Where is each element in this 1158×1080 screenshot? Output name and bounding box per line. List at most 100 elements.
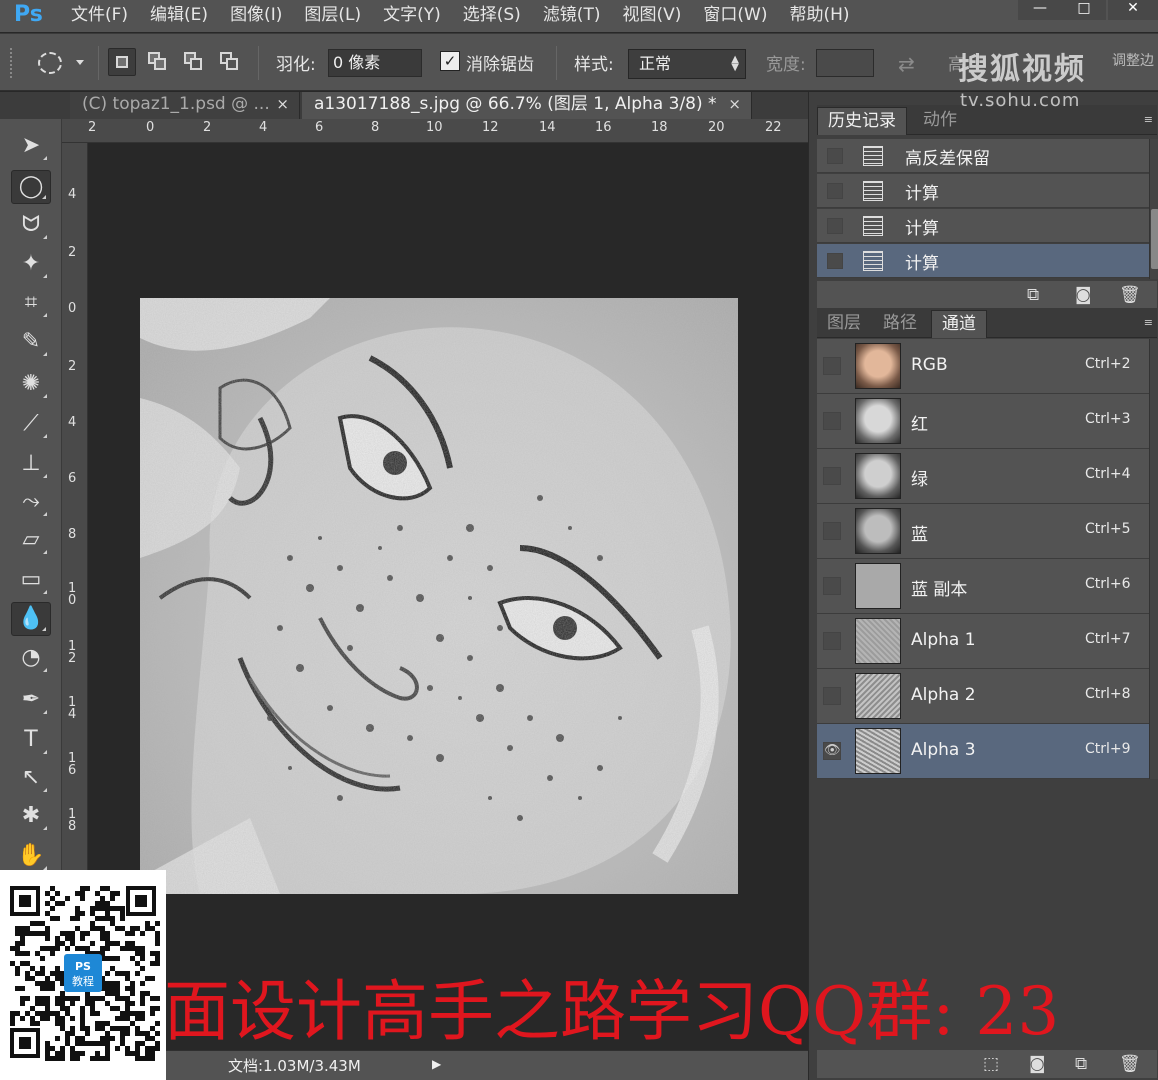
subtract-from-selection-button[interactable] <box>180 48 208 76</box>
channel-row[interactable]: 红 Ctrl+3 <box>817 394 1149 449</box>
new-channel-icon[interactable]: ⧉ <box>1075 1054 1087 1074</box>
brush-tool-icon[interactable]: ⟋ <box>11 408 51 442</box>
menu-layer[interactable]: 图层(L) <box>293 0 372 32</box>
menu-help[interactable]: 帮助(H) <box>778 0 860 32</box>
crop-tool-icon[interactable]: ⌗ <box>11 287 51 321</box>
elliptical-marquee-tool-icon[interactable]: ◯ <box>11 170 51 204</box>
qr-module <box>95 916 100 921</box>
swap-arrows-icon[interactable]: ⇄ <box>898 52 915 76</box>
minimize-button[interactable]: — <box>1018 0 1062 20</box>
qr-module <box>80 1026 85 1031</box>
tab-topaz[interactable]: (C) topaz1_1.psd @ ... × <box>70 92 300 119</box>
channel-row[interactable]: 蓝 Ctrl+5 <box>817 504 1149 559</box>
new-document-from-state-icon[interactable]: ⧉ <box>1027 285 1039 305</box>
tab-a13017188[interactable]: a13017188_s.jpg @ 66.7% (图层 1, Alpha 3/8… <box>302 92 752 119</box>
gradient-tool-icon[interactable]: ▭ <box>11 564 51 598</box>
history-snapshot-checkbox[interactable] <box>827 253 843 269</box>
close-icon[interactable]: × <box>276 92 289 117</box>
panel-menu-icon[interactable]: ≡ <box>1144 316 1153 329</box>
right-panel-dock: 历史记录 动作 ≡ 高反差保留 计算 计算 计算 ⧉ ◙ 🗑 图层 路径 通道 … <box>808 92 1158 1080</box>
close-icon[interactable]: × <box>728 92 741 117</box>
qr-module <box>140 996 145 1001</box>
visibility-toggle[interactable] <box>823 467 841 485</box>
menu-edit[interactable]: 编辑(E) <box>139 0 219 32</box>
style-select[interactable]: 正常 ▲ ▼ <box>628 49 746 79</box>
visibility-toggle[interactable] <box>823 577 841 595</box>
spot-healing-tool-icon[interactable]: ✺ <box>11 368 51 402</box>
menu-file[interactable]: 文件(F) <box>60 0 139 32</box>
magic-wand-tool-icon[interactable]: ✦ <box>11 248 51 282</box>
channel-row[interactable]: 蓝 副本 Ctrl+6 <box>817 559 1149 614</box>
tab-layers[interactable]: 图层 <box>817 310 871 338</box>
visibility-toggle[interactable] <box>823 632 841 650</box>
menu-window[interactable]: 窗口(W) <box>692 0 778 32</box>
qr-module <box>65 946 70 951</box>
history-item[interactable]: 计算 <box>817 209 1149 243</box>
history-snapshot-checkbox[interactable] <box>827 218 843 234</box>
path-selection-tool-icon[interactable]: ↖ <box>11 762 51 796</box>
menu-view[interactable]: 视图(V) <box>611 0 692 32</box>
tab-channels[interactable]: 通道 <box>931 310 987 338</box>
new-selection-button[interactable] <box>108 48 136 76</box>
visibility-toggle[interactable] <box>823 412 841 430</box>
move-tool-icon[interactable]: ➤ <box>11 130 51 164</box>
scroll-thumb[interactable] <box>1151 209 1158 269</box>
eraser-tool-icon[interactable]: ▱ <box>11 524 51 558</box>
hand-tool-icon[interactable]: ✋ <box>11 840 51 874</box>
options-grip[interactable] <box>10 48 14 78</box>
tab-paths[interactable]: 路径 <box>873 310 927 338</box>
pen-tool-icon[interactable]: ✒ <box>11 684 51 718</box>
qr-module <box>35 1001 40 1006</box>
menu-select[interactable]: 选择(S) <box>452 0 532 32</box>
history-snapshot-checkbox[interactable] <box>827 148 843 164</box>
menu-image[interactable]: 图像(I) <box>219 0 293 32</box>
qr-module <box>45 946 50 951</box>
qr-module <box>100 1056 105 1061</box>
menu-filter[interactable]: 滤镜(T) <box>532 0 612 32</box>
panel-menu-icon[interactable]: ≡ <box>1144 113 1153 126</box>
channel-row[interactable]: Alpha 2 Ctrl+8 <box>817 669 1149 724</box>
feather-input[interactable]: 0 像素 <box>328 49 422 77</box>
ruler-top[interactable]: 2 0 2 4 6 8 10 12 14 16 18 20 22 <box>62 119 808 143</box>
clone-stamp-tool-icon[interactable]: ⊥ <box>11 448 51 482</box>
visibility-toggle[interactable] <box>823 522 841 540</box>
channel-row[interactable]: 绿 Ctrl+4 <box>817 449 1149 504</box>
dodge-tool-icon[interactable]: ◔ <box>11 642 51 676</box>
add-to-selection-button[interactable] <box>144 48 172 76</box>
tab-history[interactable]: 历史记录 <box>817 107 907 135</box>
history-item-selected[interactable]: 计算 <box>817 244 1149 278</box>
camera-icon[interactable]: ◙ <box>1075 285 1092 305</box>
channel-row[interactable]: RGB Ctrl+2 <box>817 339 1149 394</box>
custom-shape-tool-icon[interactable]: ✱ <box>11 800 51 834</box>
qr-module <box>85 946 90 951</box>
width-input[interactable] <box>816 49 874 77</box>
type-tool-icon[interactable]: T <box>11 724 51 758</box>
lasso-tool-icon[interactable]: ᗢ <box>11 209 51 243</box>
channels-scrollbar[interactable] <box>1149 339 1158 779</box>
qr-module <box>105 1041 110 1046</box>
eye-icon[interactable]: 👁 <box>823 742 841 760</box>
document-image[interactable] <box>140 298 738 894</box>
history-item[interactable]: 计算 <box>817 174 1149 208</box>
maximize-button[interactable]: □ <box>1062 0 1106 20</box>
history-scrollbar[interactable] <box>1149 139 1158 279</box>
eyedropper-tool-icon[interactable]: ✎ <box>11 326 51 360</box>
ruler-left[interactable]: 4 2 0 2 4 6 8 10 12 14 16 18 <box>62 143 88 880</box>
menu-type[interactable]: 文字(Y) <box>372 0 452 32</box>
intersect-selection-button[interactable] <box>216 48 244 76</box>
tool-preset-picker[interactable] <box>34 50 90 78</box>
history-item[interactable]: 高反差保留 <box>817 139 1149 173</box>
antialias-checkbox[interactable]: ✓ <box>440 51 460 71</box>
trash-icon[interactable]: 🗑 <box>1119 1054 1141 1074</box>
close-button[interactable]: ✕ <box>1108 0 1158 20</box>
trash-icon[interactable]: 🗑 <box>1119 285 1141 305</box>
channel-row-selected[interactable]: 👁 Alpha 3 Ctrl+9 <box>817 724 1149 779</box>
qr-module <box>75 946 80 951</box>
visibility-toggle[interactable] <box>823 687 841 705</box>
channel-row[interactable]: Alpha 1 Ctrl+7 <box>817 614 1149 669</box>
visibility-toggle[interactable] <box>823 357 841 375</box>
history-brush-tool-icon[interactable]: ⤳ <box>11 486 51 520</box>
history-snapshot-checkbox[interactable] <box>827 183 843 199</box>
blur-tool-icon[interactable]: 💧 <box>11 602 51 636</box>
status-menu-arrow-icon[interactable]: ▶ <box>432 1057 441 1071</box>
